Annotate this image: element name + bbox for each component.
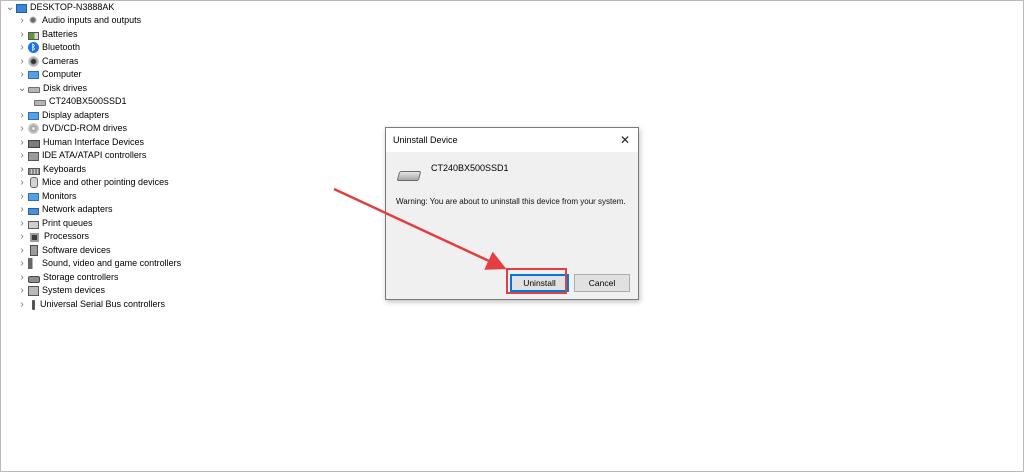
chevron-right-icon[interactable]: › xyxy=(18,28,26,41)
tree-item-hid[interactable]: › Human Interface Devices xyxy=(18,136,144,149)
tree-item-usb[interactable]: › Universal Serial Bus controllers xyxy=(18,298,165,311)
tree-item-label: Network adapters xyxy=(42,204,113,214)
storage-icon xyxy=(28,275,40,283)
monitor-icon xyxy=(28,193,39,201)
tree-item-storage[interactable]: › Storage controllers xyxy=(18,271,119,284)
tree-item-label: Sound, video and game controllers xyxy=(42,258,182,268)
hid-icon xyxy=(28,139,40,148)
chevron-right-icon[interactable]: › xyxy=(18,41,26,54)
keyboard-icon xyxy=(28,167,40,175)
tree-item-dvd[interactable]: › DVD/CD-ROM drives xyxy=(18,122,127,135)
chevron-right-icon[interactable]: › xyxy=(18,163,26,176)
sound-icon xyxy=(28,258,39,269)
tree-item-label: Computer xyxy=(42,69,82,79)
tree-root-label: DESKTOP-N3888AK xyxy=(30,2,115,12)
tree-item-print-queues[interactable]: › Print queues xyxy=(18,217,93,230)
chevron-right-icon[interactable]: › xyxy=(18,217,26,230)
bluetooth-icon: ᛒ xyxy=(28,42,39,53)
mouse-icon xyxy=(30,177,38,188)
tree-item-batteries[interactable]: › Batteries xyxy=(18,28,78,41)
close-icon[interactable]: ✕ xyxy=(616,131,634,149)
tree-item-label: Batteries xyxy=(42,29,78,39)
chevron-right-icon[interactable]: › xyxy=(18,244,26,257)
camera-icon xyxy=(28,56,39,67)
tree-item-mice[interactable]: › Mice and other pointing devices xyxy=(18,176,169,189)
printer-icon xyxy=(28,221,39,229)
tree-item-label: Software devices xyxy=(42,245,111,255)
tree-item-label: Bluetooth xyxy=(42,42,81,52)
speaker-icon xyxy=(28,15,39,26)
software-device-icon xyxy=(30,245,38,256)
dialog-title: Uninstall Device xyxy=(393,135,458,145)
ide-icon xyxy=(28,151,39,161)
tree-item-disk-drives[interactable]: ⌄ Disk drives xyxy=(18,82,87,95)
chevron-right-icon[interactable]: › xyxy=(18,257,26,270)
tree-item-label: Human Interface Devices xyxy=(43,137,145,147)
tree-item-label: Keyboards xyxy=(43,164,87,174)
dialog-titlebar[interactable]: Uninstall Device ✕ xyxy=(386,128,638,152)
tree-item-monitors[interactable]: › Monitors xyxy=(18,190,77,203)
tree-item-label: Cameras xyxy=(42,56,79,66)
tree-item-ssd[interactable]: CT240BX500SSD1 xyxy=(32,95,127,108)
chevron-right-icon[interactable]: › xyxy=(18,284,26,297)
chevron-right-icon[interactable]: › xyxy=(18,149,26,162)
tree-item-label: IDE ATA/ATAPI controllers xyxy=(42,150,147,160)
chevron-right-icon[interactable]: › xyxy=(18,271,26,284)
chevron-right-icon[interactable]: › xyxy=(18,190,26,203)
dialog-device-name: CT240BX500SSD1 xyxy=(431,163,509,173)
tree-item-label: Mice and other pointing devices xyxy=(42,177,169,187)
chevron-right-icon[interactable]: › xyxy=(18,68,26,81)
tree-item-label: Disk drives xyxy=(43,83,88,93)
tree-item-display-adapters[interactable]: › Display adapters xyxy=(18,109,109,122)
tree-item-label: Print queues xyxy=(42,218,93,228)
chevron-down-icon[interactable]: ⌄ xyxy=(6,1,14,14)
tree-item-processors[interactable]: › Processors xyxy=(18,230,89,243)
network-icon xyxy=(28,207,39,215)
chevron-down-icon[interactable]: ⌄ xyxy=(18,82,26,95)
tree-item-label: Processors xyxy=(44,231,90,241)
tree-item-label: CT240BX500SSD1 xyxy=(49,96,127,106)
chevron-right-icon[interactable]: › xyxy=(18,136,26,149)
computer-icon xyxy=(16,3,27,13)
tree-item-software[interactable]: › Software devices xyxy=(18,244,111,257)
tree-root[interactable]: ⌄ DESKTOP-N3888AK xyxy=(6,1,115,14)
tree-item-sound[interactable]: › Sound, video and game controllers xyxy=(18,257,181,270)
disk-drive-icon xyxy=(28,87,40,93)
chevron-right-icon[interactable]: › xyxy=(18,230,26,243)
tree-item-network[interactable]: › Network adapters xyxy=(18,203,113,216)
disk-drive-icon xyxy=(34,100,46,106)
chevron-right-icon[interactable]: › xyxy=(18,109,26,122)
chevron-right-icon[interactable]: › xyxy=(18,203,26,216)
tree-item-system[interactable]: › System devices xyxy=(18,284,105,297)
tree-item-computer[interactable]: › Computer xyxy=(18,68,82,81)
disk-drive-icon xyxy=(396,171,422,181)
tree-item-ide[interactable]: › IDE ATA/ATAPI controllers xyxy=(18,149,146,162)
cancel-button[interactable]: Cancel xyxy=(574,274,630,292)
chevron-right-icon[interactable]: › xyxy=(18,55,26,68)
tree-item-label: Monitors xyxy=(42,191,77,201)
chevron-right-icon[interactable]: › xyxy=(18,298,26,311)
monitor-icon xyxy=(28,71,39,79)
tree-item-label: Display adapters xyxy=(42,110,110,120)
annotation-highlight-box xyxy=(506,268,567,294)
battery-icon xyxy=(28,31,39,40)
tree-item-audio[interactable]: › Audio inputs and outputs xyxy=(18,14,141,27)
tree-item-cameras[interactable]: › Cameras xyxy=(18,55,79,68)
tree-item-keyboards[interactable]: › Keyboards xyxy=(18,163,86,176)
display-adapter-icon xyxy=(28,112,39,120)
tree-item-bluetooth[interactable]: › ᛒ Bluetooth xyxy=(18,41,80,54)
dvd-icon xyxy=(28,123,39,134)
tree-item-label: Audio inputs and outputs xyxy=(42,15,142,25)
tree-item-label: System devices xyxy=(42,285,106,295)
usb-icon xyxy=(32,299,35,310)
chevron-right-icon[interactable]: › xyxy=(18,122,26,135)
dialog-warning-text: Warning: You are about to uninstall this… xyxy=(396,197,626,206)
chevron-right-icon[interactable]: › xyxy=(18,176,26,189)
chevron-right-icon[interactable]: › xyxy=(18,14,26,27)
tree-item-label: Universal Serial Bus controllers xyxy=(40,299,166,309)
tree-item-label: DVD/CD-ROM drives xyxy=(42,123,128,133)
system-device-icon xyxy=(28,285,39,296)
tree-item-label: Storage controllers xyxy=(43,272,119,282)
processor-icon xyxy=(30,232,39,242)
